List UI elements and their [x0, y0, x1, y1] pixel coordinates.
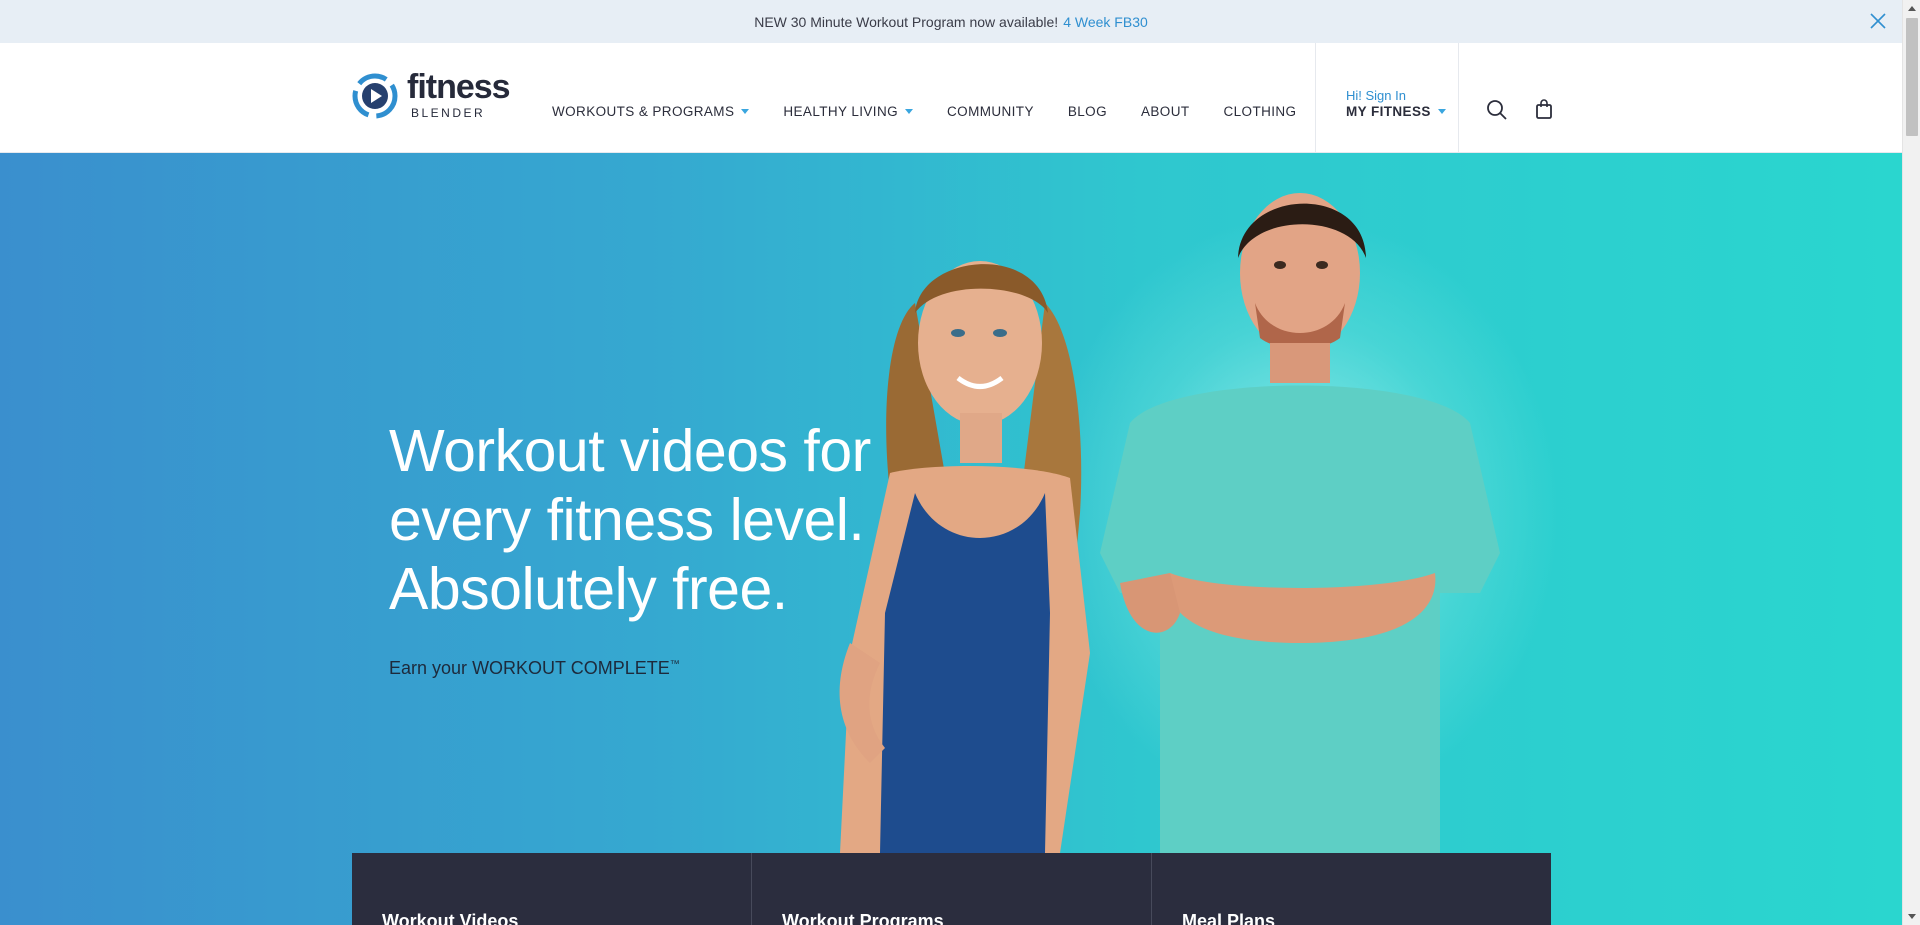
nav-item-label: ABOUT — [1140, 104, 1190, 119]
page-scrollbar[interactable] — [1902, 0, 1920, 925]
card-label: Meal Plans — [1182, 911, 1276, 925]
nav-item-about[interactable]: ABOUT — [1141, 104, 1190, 119]
caret-down-icon — [1437, 109, 1446, 114]
nav-item-community[interactable]: COMMUNITY — [947, 104, 1034, 119]
scroll-down-icon[interactable] — [1908, 914, 1916, 919]
my-fitness-label: MY FITNESS — [1346, 104, 1431, 119]
hero-section: Workout videos for every fitness level. … — [0, 153, 1902, 925]
account-menu[interactable]: Hi! Sign In MY FITNESS — [1315, 43, 1459, 153]
category-cards: Workout Videos Workout Programs Meal Pla… — [352, 853, 1551, 925]
nav-item-clothing[interactable]: CLOTHING — [1224, 104, 1297, 119]
hero-tagline: Earn your WORKOUT COMPLETE™ — [389, 658, 680, 679]
announcement-link[interactable]: 4 Week FB30 — [1063, 14, 1148, 30]
hero-headline-line: Absolutely free. — [389, 556, 788, 622]
caret-down-icon — [741, 109, 750, 114]
nav-item-blog[interactable]: BLOG — [1068, 104, 1107, 119]
close-icon[interactable] — [1868, 11, 1888, 31]
card-label: Workout Programs — [782, 911, 944, 925]
trainer-woman-figure — [839, 261, 1090, 853]
logo-subtitle: BLENDER — [411, 106, 486, 120]
nav-item-label: CLOTHING — [1223, 104, 1297, 119]
card-workout-videos[interactable]: Workout Videos — [352, 853, 752, 925]
trademark-mark: ™ — [669, 659, 680, 670]
logo-play-icon — [352, 73, 398, 119]
tagline-prefix: Earn your — [389, 658, 468, 678]
main-nav: WORKOUTS & PROGRAMS HEALTHY LIVING COMMU… — [552, 104, 1330, 119]
nav-item-label: WORKOUTS & PROGRAMS — [552, 104, 735, 119]
announcement-text: NEW 30 Minute Workout Program now availa… — [754, 13, 1059, 30]
my-fitness-dropdown[interactable]: MY FITNESS — [1346, 104, 1446, 119]
card-workout-programs[interactable]: Workout Programs — [752, 853, 1152, 925]
caret-down-icon — [905, 109, 914, 114]
nav-item-label: HEALTHY LIVING — [783, 104, 899, 119]
tagline-emphasis: WORKOUT COMPLETE — [472, 658, 670, 678]
hero-headline-line: every fitness level. — [389, 487, 865, 553]
nav-item-label: COMMUNITY — [947, 104, 1034, 119]
site-header: fitness BLENDER WORKOUTS & PROGRAMS HEAL… — [0, 43, 1902, 153]
hero-headline: Workout videos for every fitness level. … — [389, 417, 871, 624]
trainer-man-figure — [1100, 193, 1500, 853]
announcement-bar: NEW 30 Minute Workout Program now availa… — [0, 0, 1902, 43]
card-meal-plans[interactable]: Meal Plans — [1152, 853, 1551, 925]
logo-wordmark: fitness — [407, 68, 511, 106]
card-label: Workout Videos — [382, 911, 519, 925]
scrollbar-thumb[interactable] — [1906, 18, 1918, 136]
shopping-bag-icon[interactable] — [1535, 98, 1553, 120]
site-logo[interactable]: fitness BLENDER — [351, 68, 511, 124]
nav-item-label: BLOG — [1067, 104, 1107, 119]
sign-in-link[interactable]: Hi! Sign In — [1346, 88, 1406, 103]
nav-item-healthy-living[interactable]: HEALTHY LIVING — [783, 104, 914, 119]
hero-headline-line: Workout videos for — [389, 418, 871, 484]
nav-item-workouts-programs[interactable]: WORKOUTS & PROGRAMS — [552, 104, 750, 119]
scroll-up-icon[interactable] — [1908, 6, 1916, 11]
search-icon[interactable] — [1486, 99, 1508, 121]
